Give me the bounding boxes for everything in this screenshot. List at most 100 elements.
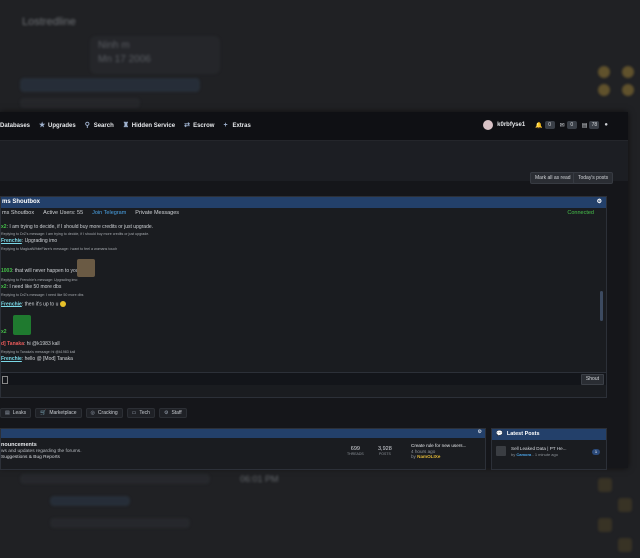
posts-stat: 3,928 POSTS — [378, 446, 392, 456]
list-item: d] Tanaka: hi @k1983 kall — [1, 341, 60, 347]
username[interactable]: k0rbfyse1 — [497, 122, 525, 128]
category-staff[interactable]: ⚙ Staff — [158, 408, 187, 418]
message-text: : that will never happen to you — [12, 268, 79, 274]
shout-input[interactable] — [2, 376, 8, 384]
background-card-line: Ninh m — [98, 40, 130, 51]
collapse-icon[interactable]: ⚙ — [597, 197, 602, 208]
message-user[interactable]: Frenchie — [1, 301, 22, 307]
collapse-icon[interactable]: ⚙ — [478, 429, 482, 435]
threads-stat: 699 THREADS — [347, 446, 364, 456]
last-post-user[interactable]: NamOLIXe — [417, 454, 440, 459]
leaks-icon: ▤ — [5, 410, 10, 416]
nav-item-escrow[interactable]: ⇄ Escrow — [184, 122, 215, 129]
nav-item-search[interactable]: ⚲ Search — [85, 122, 114, 129]
last-post-title[interactable]: Create rule for new users... — [411, 443, 466, 448]
reaction-icon — [598, 518, 612, 532]
category-marketplace[interactable]: 🛒 Marketplace — [35, 408, 82, 418]
message-user[interactable]: 1003 — [1, 268, 12, 274]
list-item: Replying to DrZ's message: I am trying t… — [1, 232, 149, 236]
category-cracking[interactable]: ◎ Cracking — [85, 408, 123, 418]
background-message-card: Ninh m Mn 17 2006 — [90, 36, 220, 74]
category-label: Leaks — [12, 410, 27, 416]
latest-post-meta: by Camora - 1 minute ago — [511, 452, 558, 457]
nav-item-hidden-service[interactable]: ♜ Hidden Service — [123, 122, 175, 129]
tab-active-users[interactable]: Active Users: 55 — [43, 208, 83, 219]
shout-button[interactable]: Shout — [580, 374, 604, 385]
notification-count: 0 — [544, 121, 555, 129]
chat-icon[interactable]: ● — [604, 122, 608, 128]
category-bar: ▤ Leaks 🛒 Marketplace ◎ Cracking ▭ Tech ⚙ Sta… — [0, 406, 191, 420]
chat-bubble-icon: 💬 — [496, 431, 503, 437]
reply-text: Replying to DrZ's message: I need like 5… — [1, 293, 84, 297]
category-leaks[interactable]: ▤ Leaks — [0, 408, 32, 418]
last-post-author: by NamOLIXe — [411, 454, 466, 459]
category-label: Marketplace — [49, 410, 77, 416]
shoutbox-messages: x2 : I am trying to decide, if I should b… — [1, 221, 599, 369]
list-item: Replying to DrZ's message: I need like 5… — [1, 293, 83, 297]
latest-post-title[interactable]: Sell Leaked Data | PT He... — [511, 446, 567, 451]
forum-table: ⚙ nouncements ws and updates regarding t… — [0, 428, 486, 470]
plus-icon: + — [223, 122, 228, 129]
todays-posts-button[interactable]: Today's posts — [573, 172, 614, 184]
reply-text: Replying to MagicalWhiteFlare's message:… — [1, 247, 118, 251]
shoutbox-scrollbar[interactable] — [600, 291, 603, 321]
tab-shoutbox[interactable]: ms Shoutbox — [2, 208, 34, 219]
nav-item-label: Escrow — [193, 123, 215, 129]
latest-post-user[interactable]: Camora — [516, 452, 531, 457]
shoutbox-tabs: ms Shoutbox Active Users: 55 Join Telegr… — [1, 208, 606, 219]
bell-icon[interactable]: 🔔 — [535, 122, 542, 129]
reply-count-badge: 1 — [592, 449, 600, 455]
message-user[interactable]: x2 — [1, 329, 7, 335]
reaction-icon — [618, 498, 632, 512]
tab-join-telegram[interactable]: Join Telegram — [92, 208, 126, 219]
list-item: 1003: that will never happen to you — [1, 268, 79, 274]
shoutbox-header: ms Shoutbox ⚙ — [1, 197, 606, 208]
staff-icon: ⚙ — [163, 410, 169, 416]
reply-text: Replying to Tanaka's message: hi @k1983 … — [1, 350, 76, 354]
background-bottom-area: 06:01 PM — [0, 468, 640, 558]
list-item: Replying to Frenchie's message: Upgradin… — [1, 278, 77, 282]
emoji-icon — [598, 84, 610, 96]
subforum-link[interactable]: Suggestions & Bug Reports — [1, 455, 60, 460]
credits-icon[interactable]: ▤ — [582, 122, 588, 129]
mail-icon[interactable]: ✉ — [560, 122, 565, 129]
category-label: Tech — [139, 410, 150, 416]
exchange-icon: ⇄ — [184, 122, 190, 129]
latest-posts-header: 💬 Latest Posts — [492, 429, 606, 440]
list-item: Frenchie: Upgrading imo — [1, 238, 57, 244]
latest-posts-panel: 💬 Latest Posts Sell Leaked Data | PT He..… — [491, 428, 607, 470]
emoji-icon — [622, 84, 634, 96]
forum-description: ws and updates regarding the forums. — [1, 449, 82, 454]
background-link-row — [20, 78, 200, 92]
nav-item-upgrades[interactable]: ★ Upgrades — [39, 122, 76, 129]
nav-item-label: Search — [93, 123, 114, 129]
message-user[interactable]: Frenchie — [1, 356, 22, 362]
nav-item-extras[interactable]: + Extras — [223, 122, 251, 129]
nav-item-databases[interactable]: Databases — [0, 123, 30, 129]
message-image — [13, 315, 31, 335]
emoji-icon — [622, 66, 634, 78]
message-user[interactable]: d] Tanaka — [1, 341, 24, 347]
category-tech[interactable]: ▭ Tech — [126, 408, 155, 418]
background-text-row — [50, 518, 190, 528]
avatar[interactable] — [483, 120, 494, 130]
list-item: Replying to Tanaka's message: hi @k1983 … — [1, 350, 75, 354]
top-navigation: Databases ★ Upgrades ⚲ Search ♜ Hidden Serv… — [0, 112, 628, 141]
forum-title[interactable]: nouncements — [1, 442, 37, 448]
message-user[interactable]: Frenchie — [1, 238, 22, 244]
posts-label: POSTS — [378, 452, 391, 456]
nav-item-label: Upgrades — [48, 123, 76, 129]
list-item: x2 — [1, 329, 7, 335]
latest-post-time: - 1 minute ago — [531, 452, 558, 457]
cart-icon: 🛒 — [40, 410, 47, 416]
connection-status: Connected — [567, 210, 594, 216]
reaction-icon — [618, 538, 632, 552]
list-item: Frenchie: hello @ [Mod] Tanaka — [1, 356, 73, 362]
list-item: Frenchie: then it's up to u — [1, 301, 66, 307]
tech-icon: ▭ — [131, 410, 137, 416]
tab-private-messages[interactable]: Private Messages — [135, 208, 179, 219]
message-text: : I am trying to decide, if I should buy… — [6, 224, 154, 230]
mark-all-read-button[interactable]: Mark all as read — [530, 172, 576, 184]
last-post: Create rule for new users... 4 hours ago… — [411, 443, 466, 459]
nav-item-label: Extras — [232, 123, 251, 129]
